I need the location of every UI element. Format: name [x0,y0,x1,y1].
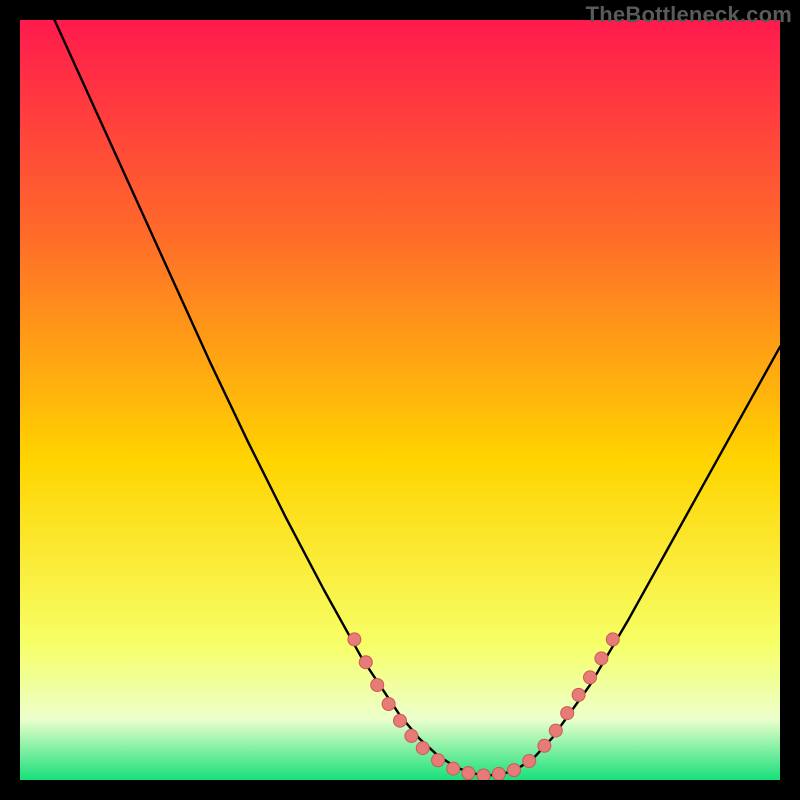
data-marker [572,688,585,701]
data-marker [416,742,429,755]
data-marker [371,679,384,692]
data-marker [405,729,418,742]
data-marker [382,698,395,711]
data-marker [606,633,619,646]
data-marker [523,755,536,768]
data-marker [348,633,361,646]
data-marker [508,764,521,777]
data-marker [447,762,460,775]
data-marker [462,767,475,780]
data-marker [595,652,608,665]
data-marker [477,769,490,780]
data-marker [584,671,597,684]
data-marker [549,724,562,737]
data-marker [492,767,505,780]
data-marker [538,739,551,752]
data-marker [432,754,445,767]
chart-svg [20,20,780,780]
data-marker [359,656,372,669]
data-marker [561,707,574,720]
data-marker [394,714,407,727]
gradient-background [20,20,780,780]
